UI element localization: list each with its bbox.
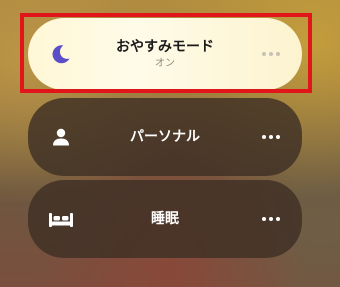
focus-mode-personal-tile[interactable]: パーソナル <box>28 98 302 176</box>
more-options-icon[interactable] <box>262 52 280 56</box>
focus-mode-text: パーソナル <box>88 98 242 176</box>
focus-mode-sleep-tile[interactable]: 睡眠 <box>28 180 302 258</box>
bed-icon <box>48 206 74 232</box>
focus-mode-status: オン <box>155 58 175 69</box>
moon-icon <box>48 41 74 67</box>
focus-mode-text: 睡眠 <box>88 180 242 258</box>
more-options-icon[interactable] <box>262 217 280 221</box>
focus-mode-title: 睡眠 <box>151 211 179 227</box>
more-options-icon[interactable] <box>262 135 280 139</box>
focus-mode-text: おやすみモード オン <box>88 18 242 90</box>
focus-mode-list: おやすみモード オン パーソナル 睡眠 <box>0 0 340 287</box>
focus-mode-do-not-disturb-tile[interactable]: おやすみモード オン <box>28 18 302 90</box>
person-icon <box>48 124 74 150</box>
focus-mode-title: おやすみモード <box>116 39 214 55</box>
focus-mode-title: パーソナル <box>130 129 200 145</box>
